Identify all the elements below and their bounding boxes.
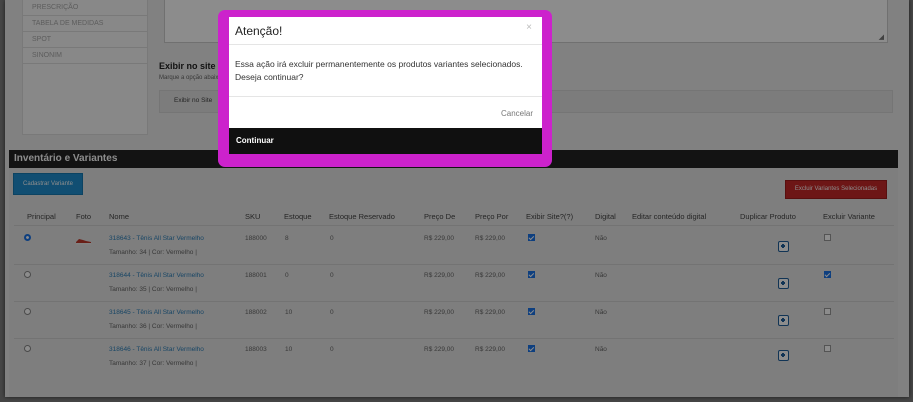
dialog-divider xyxy=(229,96,542,97)
confirm-dialog: Atenção! × Essa ação irá excluir permane… xyxy=(229,17,542,154)
continue-button[interactable]: Continuar xyxy=(229,128,542,154)
cancel-button[interactable]: Cancelar xyxy=(501,109,533,118)
dialog-message: Essa ação irá excluir permanentemente os… xyxy=(235,59,523,82)
dialog-divider xyxy=(229,44,542,45)
dialog-title: Atenção! xyxy=(235,24,283,38)
close-icon[interactable]: × xyxy=(526,22,532,33)
